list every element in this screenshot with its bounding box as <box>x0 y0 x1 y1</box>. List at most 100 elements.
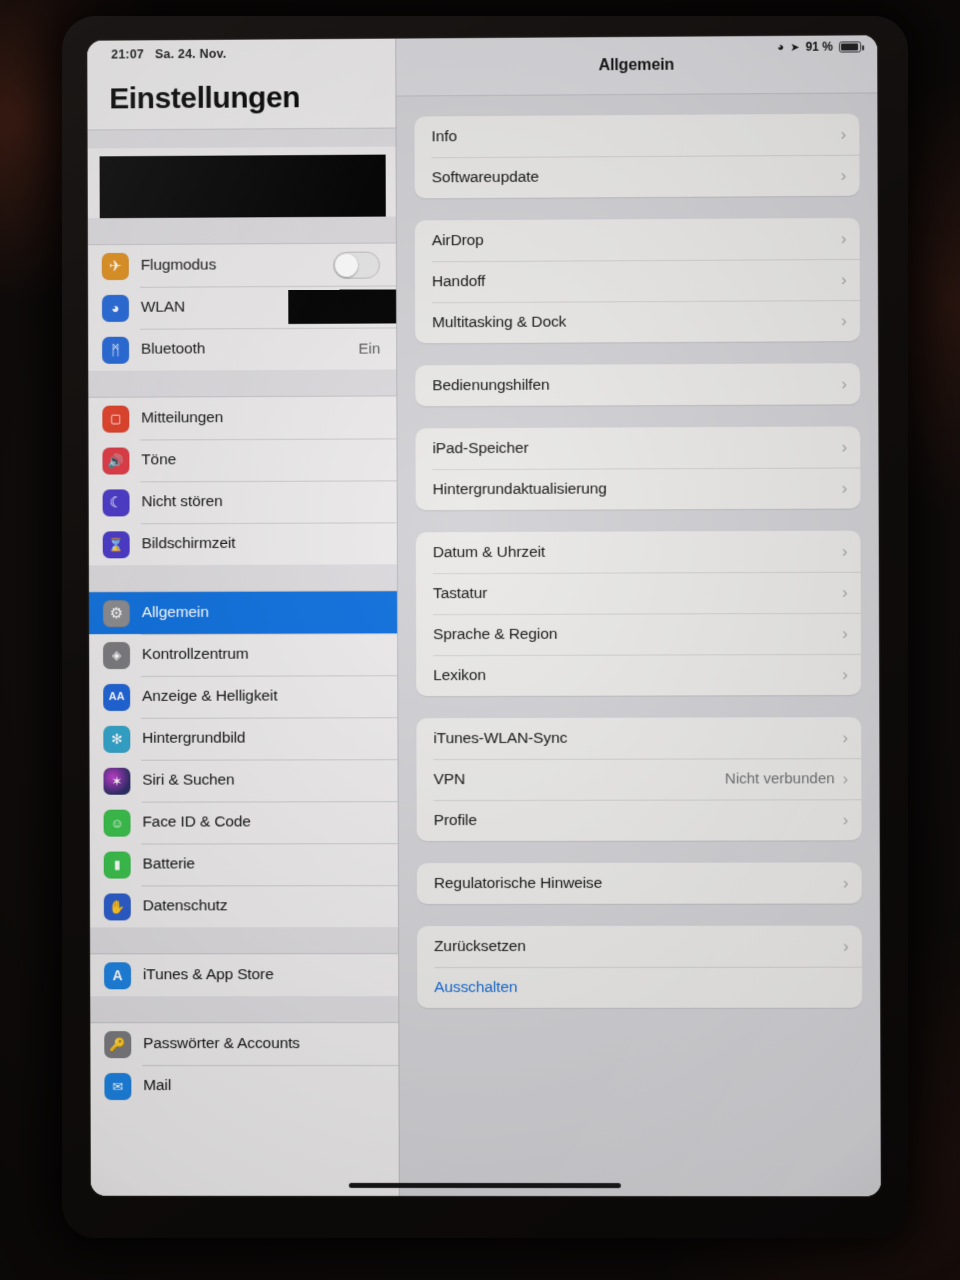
sidebar-item-label: Datenschutz <box>142 897 228 915</box>
chevron-right-icon: › <box>842 582 848 602</box>
settings-group: iPad-Speicher › Hintergrundaktualisierun… <box>415 426 861 511</box>
row-label: VPN <box>433 770 466 788</box>
app-store-icon: A <box>104 961 132 989</box>
chevron-right-icon: › <box>842 810 849 830</box>
sidebar-item-flugmodus[interactable]: ✈ Flugmodus <box>87 243 397 288</box>
sidebar-item-toene[interactable]: 🔊 Töne <box>88 438 397 482</box>
sounds-icon: 🔊 <box>102 447 130 475</box>
battery-icon: ▮ <box>103 851 131 879</box>
moon-icon: ☾ <box>102 488 130 516</box>
detail-row-multitasking-dock[interactable]: Multitasking & Dock › <box>415 300 860 343</box>
chevron-right-icon: › <box>841 374 848 394</box>
sidebar-item-hintergrundbild[interactable]: ✻ Hintergrundbild <box>89 717 398 760</box>
row-label: Hintergrundaktualisierung <box>432 479 607 498</box>
siri-icon: ✶ <box>103 767 131 795</box>
settings-group: Datum & Uhrzeit › Tastatur › Sprache & R… <box>415 530 862 697</box>
sidebar-item-allgemein[interactable]: ⚙ Allgemein <box>88 591 398 635</box>
sidebar-item-anzeige-helligkeit[interactable]: AA Anzeige & Helligkeit <box>89 675 398 718</box>
detail-row-handoff[interactable]: Handoff › <box>415 259 860 302</box>
row-label: Softwareupdate <box>431 168 539 186</box>
detail-row-airdrop[interactable]: AirDrop › <box>415 218 860 262</box>
sidebar-item-passwoerter-accounts[interactable]: 🔑 Passwörter & Accounts <box>90 1023 399 1066</box>
detail-row-info[interactable]: Info › <box>414 114 859 158</box>
chevron-right-icon: › <box>842 769 849 789</box>
settings-group: Zurücksetzen › Ausschalten <box>417 925 863 1009</box>
status-time: 21:07 <box>111 47 145 62</box>
row-label: Profile <box>433 811 477 829</box>
detail-row-ipad-speicher[interactable]: iPad-Speicher › <box>415 426 860 469</box>
chevron-right-icon: › <box>843 936 849 956</box>
flugmodus-toggle[interactable] <box>333 251 381 279</box>
row-label: Ausschalten <box>434 978 518 996</box>
settings-group: Regulatorische Hinweise › <box>416 862 862 905</box>
detail-row-bedienungshilfen[interactable]: Bedienungshilfen › <box>415 363 860 406</box>
detail-row-ausschalten[interactable]: Ausschalten <box>417 967 862 1008</box>
sidebar-item-label: Allgemein <box>141 603 209 622</box>
settings-sidebar: 21:07 Sa. 24. Nov. Einstellungen ✈ Flugm… <box>87 38 400 1196</box>
sidebar-group-connectivity: ✈ Flugmodus ◕ WLAN ᛗ Bluetooth Ein <box>87 243 397 371</box>
detail-row-regulatorische-hinweise[interactable]: Regulatorische Hinweise › <box>417 862 862 904</box>
sidebar-item-batterie[interactable]: ▮ Batterie <box>89 843 398 886</box>
sidebar-item-label: Siri & Suchen <box>142 771 235 789</box>
location-arrow-icon: ➤ <box>790 41 800 54</box>
settings-group: Bedienungshilfen › <box>415 363 861 407</box>
home-indicator[interactable] <box>348 1182 621 1189</box>
sidebar-item-wlan[interactable]: ◕ WLAN <box>88 285 397 329</box>
sidebar-item-label: WLAN <box>140 298 186 316</box>
settings-group: iTunes-WLAN-Sync › VPN Nicht verbunden ›… <box>416 717 862 842</box>
display-brightness-icon: AA <box>103 683 131 711</box>
sidebar-item-mitteilungen[interactable]: ▢ Mitteilungen <box>88 396 397 440</box>
sidebar-item-face-id-code[interactable]: ☺ Face ID & Code <box>89 801 398 844</box>
detail-row-vpn[interactable]: VPN Nicht verbunden › <box>416 758 861 800</box>
sidebar-item-itunes-app-store[interactable]: A iTunes & App Store <box>90 954 399 997</box>
sidebar-item-label: Flugmodus <box>140 256 217 274</box>
wallpaper-icon: ✻ <box>103 725 131 753</box>
detail-row-datum-uhrzeit[interactable]: Datum & Uhrzeit › <box>416 531 861 574</box>
sidebar-item-nicht-stoeren[interactable]: ☾ Nicht stören <box>88 480 397 524</box>
chevron-right-icon: › <box>842 664 849 685</box>
row-label: Regulatorische Hinweise <box>433 874 603 892</box>
chevron-right-icon: › <box>842 873 849 893</box>
sidebar-item-label: Anzeige & Helligkeit <box>142 687 278 705</box>
sidebar-item-bildschirmzeit[interactable]: ⌛ Bildschirmzeit <box>88 522 397 566</box>
chevron-right-icon: › <box>841 270 847 290</box>
airplane-icon: ✈ <box>101 252 129 280</box>
ipad-screen: 21:07 Sa. 24. Nov. Einstellungen ✈ Flugm… <box>87 35 881 1197</box>
bluetooth-state: Ein <box>358 340 381 358</box>
detail-row-tastatur[interactable]: Tastatur › <box>416 572 861 615</box>
sidebar-item-label: Passwörter & Accounts <box>143 1035 300 1053</box>
detail-row-hintergrundaktualisierung[interactable]: Hintergrundaktualisierung › <box>416 467 861 510</box>
settings-detail-pane: ◕ ➤ 91 % Allgemein Info › Softwareupdate… <box>396 35 881 1197</box>
row-label: Lexikon <box>433 666 486 684</box>
sidebar-item-mail[interactable]: ✉ Mail <box>90 1065 399 1107</box>
vpn-status: Nicht verbunden <box>724 770 835 788</box>
control-center-icon: ◈ <box>103 641 131 669</box>
sidebar-item-label: Nicht stören <box>141 493 223 511</box>
sidebar-item-bluetooth[interactable]: ᛗ Bluetooth Ein <box>88 327 397 371</box>
row-label: Multitasking & Dock <box>432 313 567 331</box>
detail-row-softwareupdate[interactable]: Softwareupdate › <box>415 155 860 199</box>
sidebar-item-kontrollzentrum[interactable]: ◈ Kontrollzentrum <box>89 633 398 677</box>
notifications-icon: ▢ <box>102 405 130 433</box>
row-label: Zurücksetzen <box>434 937 526 955</box>
wifi-icon: ◕ <box>776 39 785 54</box>
detail-row-lexikon[interactable]: Lexikon › <box>416 654 861 696</box>
detail-row-profile[interactable]: Profile › <box>417 799 862 841</box>
settings-group: Info › Softwareupdate › <box>414 113 860 199</box>
detail-row-zuruecksetzen[interactable]: Zurücksetzen › <box>417 926 862 967</box>
chevron-right-icon: › <box>842 623 848 643</box>
row-label: Tastatur <box>432 584 488 602</box>
account-redaction-block <box>99 154 386 219</box>
detail-scroll-area[interactable]: Info › Softwareupdate › AirDrop › Handof… <box>396 93 880 1009</box>
row-label: Info <box>431 127 457 145</box>
chevron-right-icon: › <box>841 478 848 498</box>
sidebar-item-siri-suchen[interactable]: ✶ Siri & Suchen <box>89 759 398 802</box>
row-label: iPad-Speicher <box>432 439 529 457</box>
sidebar-item-datenschutz[interactable]: ✋ Datenschutz <box>89 885 399 928</box>
privacy-hand-icon: ✋ <box>103 892 131 920</box>
detail-row-sprache-region[interactable]: Sprache & Region › <box>416 613 861 655</box>
battery-percent: 91 % <box>805 39 833 54</box>
row-label: AirDrop <box>431 231 484 249</box>
page-title: Einstellungen <box>109 81 301 116</box>
detail-row-itunes-wlan-sync[interactable]: iTunes-WLAN-Sync › <box>416 717 861 759</box>
